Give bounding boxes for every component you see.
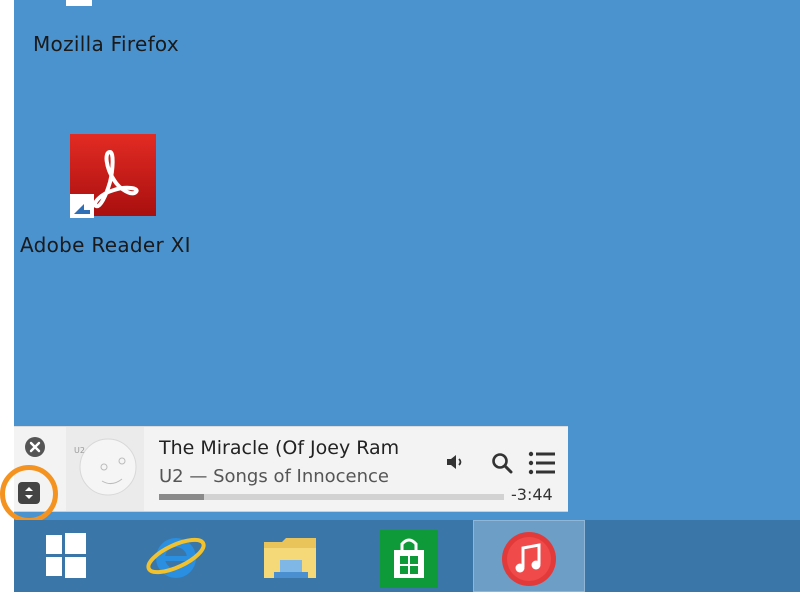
- taskbar-store[interactable]: [370, 520, 450, 592]
- volume-icon[interactable]: [444, 451, 466, 473]
- internet-explorer-icon: [146, 537, 206, 578]
- svg-text:U2: U2: [74, 446, 85, 455]
- taskbar-itunes[interactable]: [473, 520, 585, 592]
- store-icon: [380, 530, 438, 588]
- windows-start-icon: [46, 533, 86, 578]
- progress-bar[interactable]: [159, 494, 504, 500]
- desktop-icon-label: Mozilla Firefox: [33, 32, 179, 56]
- close-icon[interactable]: [24, 436, 46, 458]
- song-artist-album: U2 — Songs of Innocence: [159, 466, 390, 487]
- adobe-reader-icon[interactable]: [70, 134, 156, 220]
- progress-fill: [159, 494, 204, 500]
- taskbar: [14, 520, 800, 592]
- album-art: U2: [66, 427, 144, 511]
- file-explorer-icon: [264, 538, 316, 578]
- itunes-icon: [502, 532, 556, 586]
- itunes-mini-player: U2 The Miracle (Of Joey Ram U2 — Songs o…: [14, 426, 568, 512]
- taskbar-internet-explorer[interactable]: [136, 520, 216, 592]
- list-icon[interactable]: [528, 450, 556, 476]
- expand-icon[interactable]: [17, 481, 41, 505]
- search-icon[interactable]: [490, 451, 514, 475]
- firefox-icon[interactable]: [66, 0, 154, 20]
- time-remaining: -3:44: [511, 485, 553, 504]
- album-art-image: U2: [66, 427, 144, 511]
- taskbar-start-button[interactable]: [24, 520, 104, 592]
- taskbar-file-explorer[interactable]: [252, 520, 332, 592]
- song-title: The Miracle (Of Joey Ram: [159, 437, 400, 459]
- desktop-icon-label: Adobe Reader XI: [20, 233, 191, 257]
